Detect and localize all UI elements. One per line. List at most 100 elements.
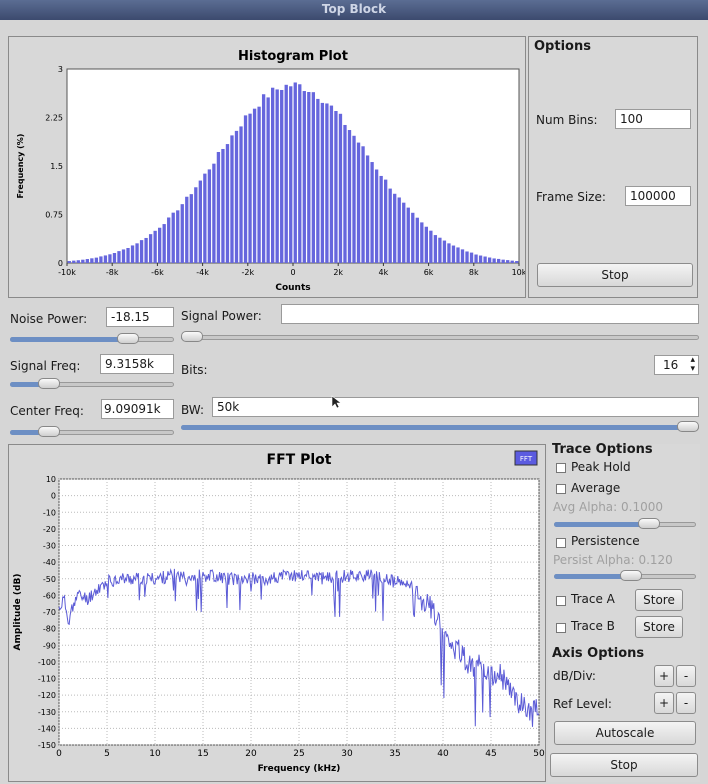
- fft-badge-label: FFT: [520, 455, 533, 463]
- ref-level-plus-button[interactable]: +: [654, 692, 674, 714]
- histogram-bar: [320, 102, 325, 263]
- histogram-x-tick: -8k: [106, 268, 119, 277]
- fft-x-tick: 25: [293, 749, 304, 759]
- fft-y-tick: 0: [51, 492, 56, 501]
- average-checkbox[interactable]: [556, 484, 566, 494]
- histogram-bar: [361, 146, 365, 263]
- histogram-bar: [474, 254, 478, 263]
- histogram-x-tick: -6k: [151, 268, 164, 277]
- fft-x-tick: 0: [56, 749, 62, 759]
- fft-y-tick: -150: [38, 741, 56, 750]
- histogram-x-tick: 10k: [512, 268, 525, 277]
- trace-options-panel: Trace Options Peak Hold Average Avg Alph…: [548, 442, 700, 782]
- signal-power-input[interactable]: [281, 304, 699, 324]
- spin-arrows-icon[interactable]: ▴ ▾: [690, 356, 695, 374]
- histogram-bar: [510, 260, 514, 263]
- signal-freq-slider-knob[interactable]: [38, 378, 61, 389]
- histogram-bar: [415, 217, 419, 263]
- histogram-bar: [465, 251, 469, 263]
- center-freq-slider[interactable]: [10, 426, 174, 438]
- histogram-bar: [171, 212, 175, 263]
- histogram-bar: [384, 179, 388, 263]
- frame-size-input[interactable]: 100000: [625, 186, 691, 206]
- histogram-bar: [85, 259, 89, 263]
- histogram-x-tick: 0: [290, 268, 295, 277]
- center-freq-slider-knob[interactable]: [38, 426, 61, 437]
- fft-y-tick: -50: [43, 575, 56, 584]
- avg-alpha-label: Avg Alpha: 0.1000: [553, 500, 664, 514]
- histogram-bar: [108, 254, 112, 263]
- bw-slider[interactable]: [181, 421, 699, 433]
- frame-size-label: Frame Size:: [536, 190, 606, 204]
- histogram-bar: [343, 124, 347, 264]
- fft-y-tick: -110: [38, 675, 56, 684]
- avg-alpha-slider[interactable]: [554, 518, 696, 530]
- bits-label: Bits:: [181, 363, 208, 377]
- histogram-stop-button[interactable]: Stop: [537, 263, 693, 287]
- persist-alpha-slider-knob[interactable]: [620, 570, 642, 581]
- signal-freq-label: Signal Freq:: [10, 359, 81, 373]
- signal-power-slider-knob[interactable]: [181, 331, 203, 342]
- fft-y-tick: -10: [43, 508, 56, 517]
- signal-freq-input[interactable]: 9.3158k: [100, 354, 174, 374]
- histogram-bar: [126, 247, 130, 263]
- histogram-bar: [393, 193, 397, 263]
- histogram-bar: [456, 247, 460, 263]
- signal-power-label: Signal Power:: [181, 309, 262, 323]
- noise-power-input[interactable]: -18.15: [106, 307, 174, 327]
- histogram-bar: [153, 230, 157, 263]
- axis-options-title: Axis Options: [552, 646, 645, 661]
- signal-freq-slider[interactable]: [10, 378, 174, 390]
- center-freq-label: Center Freq:: [10, 404, 84, 418]
- histogram-bar: [365, 155, 370, 263]
- persist-alpha-label: Persist Alpha: 0.120: [553, 553, 673, 567]
- histogram-x-tick: 8k: [469, 268, 479, 277]
- noise-power-slider[interactable]: [10, 333, 174, 345]
- fft-y-tick: -100: [38, 658, 56, 667]
- histogram-x-tick: -10k: [58, 268, 76, 277]
- histogram-bar: [316, 98, 320, 263]
- histogram-bar: [144, 237, 148, 263]
- fft-y-tick: -140: [38, 724, 56, 733]
- histogram-bar: [216, 151, 221, 263]
- bits-spinbox[interactable]: 16 ▴ ▾: [654, 355, 699, 375]
- histogram-y-tick: 0.75: [45, 211, 63, 220]
- ref-level-label: Ref Level:: [553, 697, 612, 711]
- noise-power-slider-knob[interactable]: [116, 333, 139, 344]
- trace-b-label: Trace B: [571, 619, 615, 633]
- trace-b-checkbox[interactable]: [556, 623, 566, 633]
- histogram-bar: [338, 113, 343, 264]
- fft-y-tick: -130: [38, 708, 56, 717]
- histogram-bar: [130, 245, 135, 263]
- signal-power-slider[interactable]: [181, 331, 699, 343]
- center-freq-input[interactable]: 9.09091k: [101, 399, 174, 419]
- histogram-bar: [148, 234, 153, 263]
- histogram-bar: [176, 210, 180, 263]
- histogram-bar: [189, 194, 193, 263]
- trace-a-checkbox[interactable]: [556, 596, 566, 606]
- db-div-minus-button[interactable]: -: [676, 665, 696, 687]
- persist-alpha-slider[interactable]: [554, 570, 696, 582]
- histogram-bar: [194, 187, 198, 263]
- histogram-bar: [162, 224, 166, 263]
- mouse-cursor-icon: [331, 395, 341, 409]
- histogram-plot-area: [66, 68, 520, 264]
- fft-y-tick: 10: [46, 475, 56, 484]
- num-bins-input[interactable]: 100: [615, 109, 691, 129]
- autoscale-button[interactable]: Autoscale: [554, 721, 696, 745]
- persistence-checkbox[interactable]: [556, 538, 566, 548]
- fft-stop-button[interactable]: Stop: [550, 753, 698, 777]
- histogram-y-tick: 0: [58, 259, 63, 268]
- histogram-bar: [447, 243, 451, 263]
- avg-alpha-slider-knob[interactable]: [638, 518, 660, 529]
- histogram-bar: [212, 163, 216, 263]
- trace-a-store-button[interactable]: Store: [635, 589, 683, 611]
- ref-level-minus-button[interactable]: -: [676, 692, 696, 714]
- histogram-bar: [388, 188, 392, 263]
- histogram-bar: [230, 135, 234, 263]
- peak-hold-checkbox[interactable]: [556, 463, 566, 473]
- bw-slider-knob[interactable]: [677, 421, 699, 432]
- trace-b-store-button[interactable]: Store: [635, 616, 683, 638]
- bw-input[interactable]: 50k: [212, 397, 699, 417]
- db-div-plus-button[interactable]: +: [654, 665, 674, 687]
